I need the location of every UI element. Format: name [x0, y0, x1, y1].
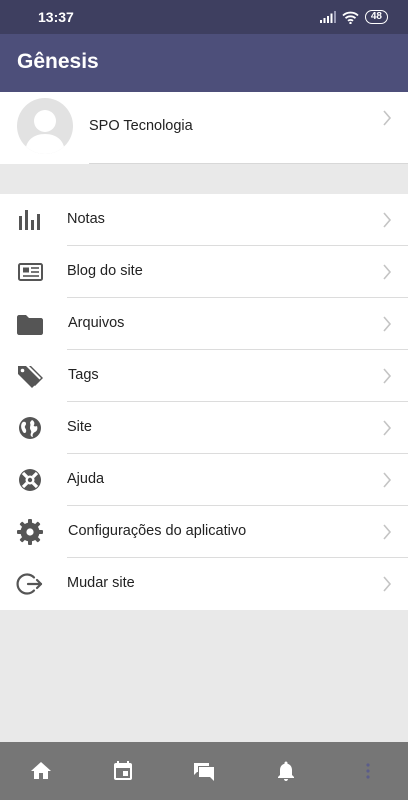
- menu-label: Configurações do aplicativo: [68, 523, 247, 539]
- status-bar: 13:37 48: [0, 0, 408, 34]
- menu-label: Notas: [67, 211, 105, 227]
- status-icons: 48: [319, 10, 388, 24]
- calendar-icon[interactable]: [111, 759, 135, 783]
- menu-item-arquivos[interactable]: Arquivos: [0, 298, 408, 350]
- chevron-right-icon: [382, 575, 392, 593]
- bottom-nav: [0, 742, 408, 800]
- chevron-right-icon: [382, 109, 392, 127]
- menu-item-site[interactable]: Site: [0, 402, 408, 454]
- newspaper-icon: [16, 258, 44, 286]
- menu-label: Tags: [68, 367, 99, 383]
- chevron-right-icon: [382, 367, 392, 385]
- app-bar: Gênesis: [0, 34, 408, 92]
- avatar-placeholder-icon: [25, 110, 65, 154]
- menu-label: Ajuda: [67, 471, 105, 487]
- home-icon[interactable]: [29, 759, 53, 783]
- avatar: [17, 98, 73, 154]
- menu-label: Blog do site: [67, 263, 143, 279]
- chevron-right-icon: [382, 471, 392, 489]
- menu-item-tags[interactable]: Tags: [0, 350, 408, 402]
- divider: [89, 163, 408, 164]
- sign-out-icon: [16, 570, 44, 598]
- menu-item-configuracoes[interactable]: Configurações do aplicativo: [0, 506, 408, 558]
- page-title: Gênesis: [17, 50, 99, 73]
- menu-label: Arquivos: [68, 315, 125, 331]
- more-icon[interactable]: [356, 759, 380, 783]
- chevron-right-icon: [382, 211, 392, 229]
- chevron-right-icon: [382, 523, 392, 541]
- status-time: 13:37: [38, 9, 74, 25]
- menu-item-blog[interactable]: Blog do site: [0, 246, 408, 298]
- bar-chart-icon: [16, 206, 44, 234]
- profile-name: SPO Tecnologia: [89, 118, 193, 134]
- menu-label: Site: [67, 419, 92, 435]
- menu-label: Mudar site: [67, 575, 135, 591]
- battery-indicator: 48: [364, 10, 388, 24]
- chevron-right-icon: [382, 263, 392, 281]
- menu-item-ajuda[interactable]: Ajuda: [0, 454, 408, 506]
- folder-icon: [16, 310, 44, 338]
- chevron-right-icon: [382, 419, 392, 437]
- menu-item-notas[interactable]: Notas: [0, 194, 408, 246]
- tags-icon: [16, 362, 44, 390]
- bell-icon[interactable]: [274, 759, 298, 783]
- wifi-icon: [342, 11, 359, 24]
- chevron-right-icon: [382, 315, 392, 333]
- menu-item-mudar-site[interactable]: Mudar site: [0, 558, 408, 610]
- lifebuoy-icon: [16, 466, 44, 494]
- globe-icon: [16, 414, 44, 442]
- signal-icon: [319, 11, 336, 23]
- gear-icon: [16, 518, 44, 546]
- menu-list: Notas Blog do site Arquivos Tags Site Aj…: [0, 194, 408, 610]
- comments-icon[interactable]: [192, 759, 216, 783]
- profile-row[interactable]: SPO Tecnologia: [0, 92, 408, 164]
